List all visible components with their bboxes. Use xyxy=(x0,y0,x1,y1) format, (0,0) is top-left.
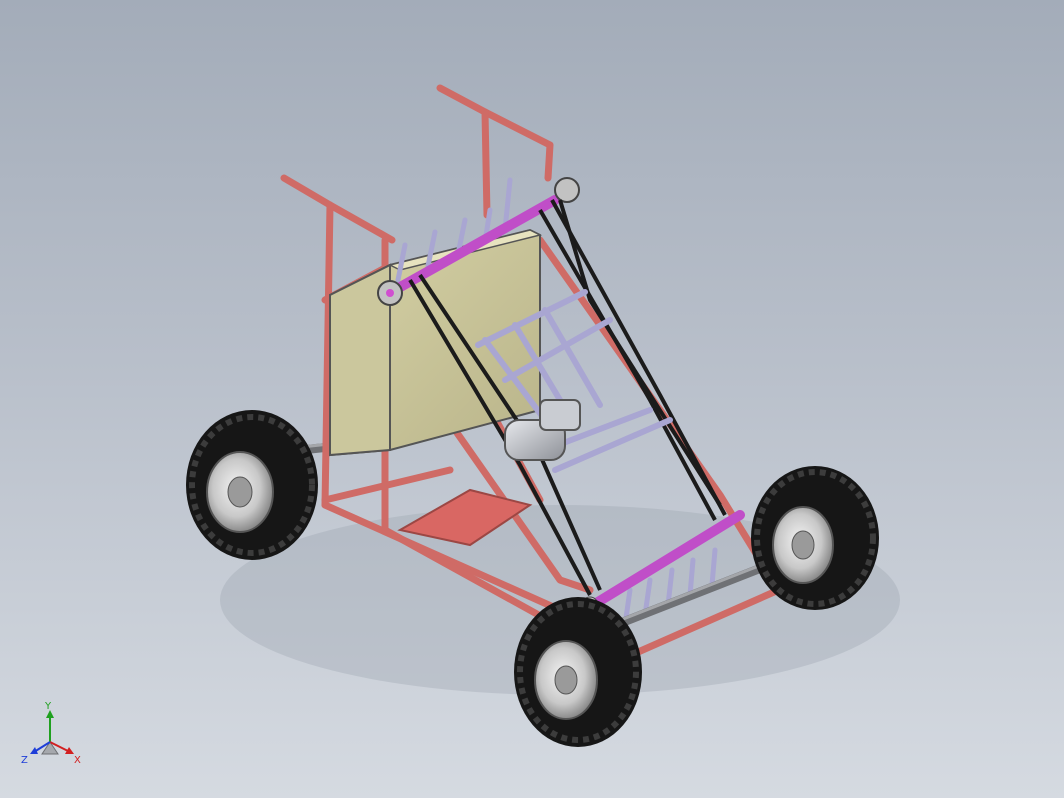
triad-x-label: X xyxy=(74,755,81,766)
cad-model-seeder-cart[interactable] xyxy=(0,0,1064,798)
view-orientation-triad-icon[interactable]: Y X Z xyxy=(18,700,88,770)
graphics-viewport[interactable]: Y X Z xyxy=(0,0,1064,798)
wheel-front-right[interactable] xyxy=(751,466,879,610)
wheel-front-left[interactable] xyxy=(514,597,642,747)
triad-y-label: Y xyxy=(44,701,52,712)
wheel-rear-left[interactable] xyxy=(186,410,318,560)
triad-z-label: Z xyxy=(21,755,28,766)
